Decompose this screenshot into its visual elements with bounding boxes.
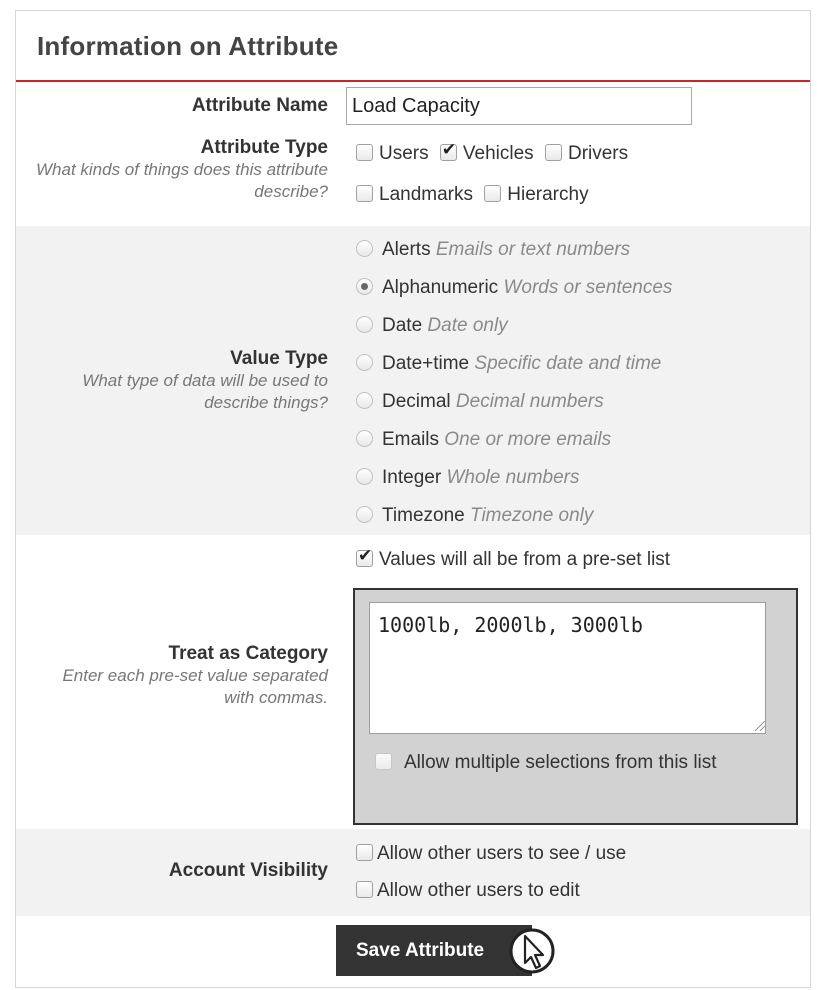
allow-see-option[interactable]: Allow other users to see / use: [356, 843, 632, 865]
type-users-option[interactable]: Users: [356, 143, 435, 164]
type-drivers-option[interactable]: Drivers: [544, 143, 634, 164]
attribute-type-help: What kinds of things does this attribute…: [36, 160, 328, 201]
allow-multiple-option[interactable]: Allow multiple selections from this list: [365, 748, 790, 778]
attribute-panel: Information on Attribute Attribute Name …: [15, 10, 811, 988]
type-vehicles-option[interactable]: Vehicles: [439, 140, 540, 164]
row-attribute-type: Attribute Type What kinds of things does…: [16, 130, 810, 226]
row-account-visibility: Account Visibility Allow other users to …: [16, 829, 810, 916]
vehicles-checkbox[interactable]: [439, 140, 457, 161]
value-type-option[interactable]: Integer Whole numbers: [356, 467, 580, 489]
value-type-option[interactable]: Timezone Timezone only: [356, 505, 593, 527]
value-type-option[interactable]: Date Date only: [356, 315, 508, 337]
attribute-name-input[interactable]: [346, 87, 692, 125]
value-type-option[interactable]: Decimal Decimal numbers: [356, 391, 604, 413]
category-values-textarea[interactable]: 1000lb, 2000lb, 3000lb: [369, 602, 766, 734]
attribute-type-label: Attribute Type: [200, 137, 328, 158]
treat-as-category-help: Enter each pre-set value separated with …: [62, 666, 328, 707]
attribute-name-label: Attribute Name: [191, 95, 328, 116]
type-hierarchy-option[interactable]: Hierarchy: [484, 184, 594, 205]
panel-title: Information on Attribute: [37, 31, 339, 61]
save-attribute-button[interactable]: Save Attribute: [336, 925, 532, 976]
alphanumeric-radio[interactable]: [356, 278, 373, 295]
allow-edit-checkbox[interactable]: [356, 881, 373, 898]
users-checkbox[interactable]: [356, 144, 373, 161]
row-attribute-name: Attribute Name: [16, 82, 810, 130]
mouse-cursor-icon: [509, 928, 555, 974]
account-visibility-label: Account Visibility: [168, 860, 328, 881]
allow-multiple-checkbox[interactable]: [375, 753, 392, 770]
row-value-type: Value Type What type of data will be use…: [16, 226, 810, 535]
value-type-help: What type of data will be used to descri…: [82, 371, 328, 412]
alerts-radio[interactable]: [356, 240, 373, 257]
decimal-radio[interactable]: [356, 392, 373, 409]
resize-grip-icon[interactable]: [755, 721, 765, 731]
landmarks-checkbox[interactable]: [356, 185, 373, 202]
emails-radio[interactable]: [356, 430, 373, 447]
datetime-radio[interactable]: [356, 354, 373, 371]
value-type-label: Value Type: [230, 348, 328, 369]
value-type-option[interactable]: Alerts Emails or text numbers: [356, 239, 630, 261]
hierarchy-checkbox[interactable]: [484, 185, 502, 202]
date-radio[interactable]: [356, 316, 373, 333]
preset-list-option[interactable]: Values will all be from a pre-set list: [356, 546, 676, 571]
integer-radio[interactable]: [356, 468, 373, 485]
panel-header: Information on Attribute: [16, 11, 810, 82]
value-type-option[interactable]: Emails One or more emails: [356, 429, 611, 451]
category-values-box: 1000lb, 2000lb, 3000lb Allow multiple se…: [353, 588, 798, 825]
row-treat-as-category: Treat as Category Enter each pre-set val…: [16, 535, 810, 829]
drivers-checkbox[interactable]: [544, 144, 562, 161]
timezone-radio[interactable]: [356, 506, 373, 523]
treat-as-category-label: Treat as Category: [168, 643, 328, 664]
preset-list-checkbox[interactable]: [356, 546, 373, 567]
allow-see-checkbox[interactable]: [356, 844, 373, 861]
value-type-option[interactable]: Alphanumeric Words or sentences: [356, 277, 672, 299]
allow-edit-option[interactable]: Allow other users to edit: [356, 880, 586, 902]
type-landmarks-option[interactable]: Landmarks: [356, 184, 479, 205]
value-type-option[interactable]: Date+time Specific date and time: [356, 353, 661, 375]
